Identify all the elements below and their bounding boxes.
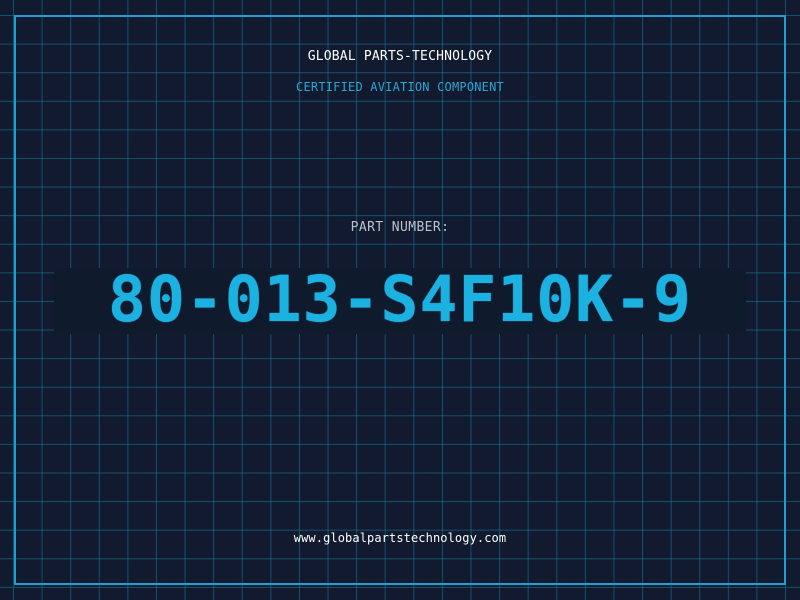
company-name: GLOBAL PARTS-TECHNOLOGY <box>307 49 493 64</box>
part-label-card: GLOBAL PARTS-TECHNOLOGY CERTIFIED AVIATI… <box>0 0 800 600</box>
part-number-label: PART NUMBER: <box>350 220 450 235</box>
website-url: www.globalpartstechnology.com <box>293 531 507 545</box>
company-subtitle: CERTIFIED AVIATION COMPONENT <box>296 80 504 94</box>
part-number-value: 80-013-S4F10K-9 <box>108 263 692 336</box>
